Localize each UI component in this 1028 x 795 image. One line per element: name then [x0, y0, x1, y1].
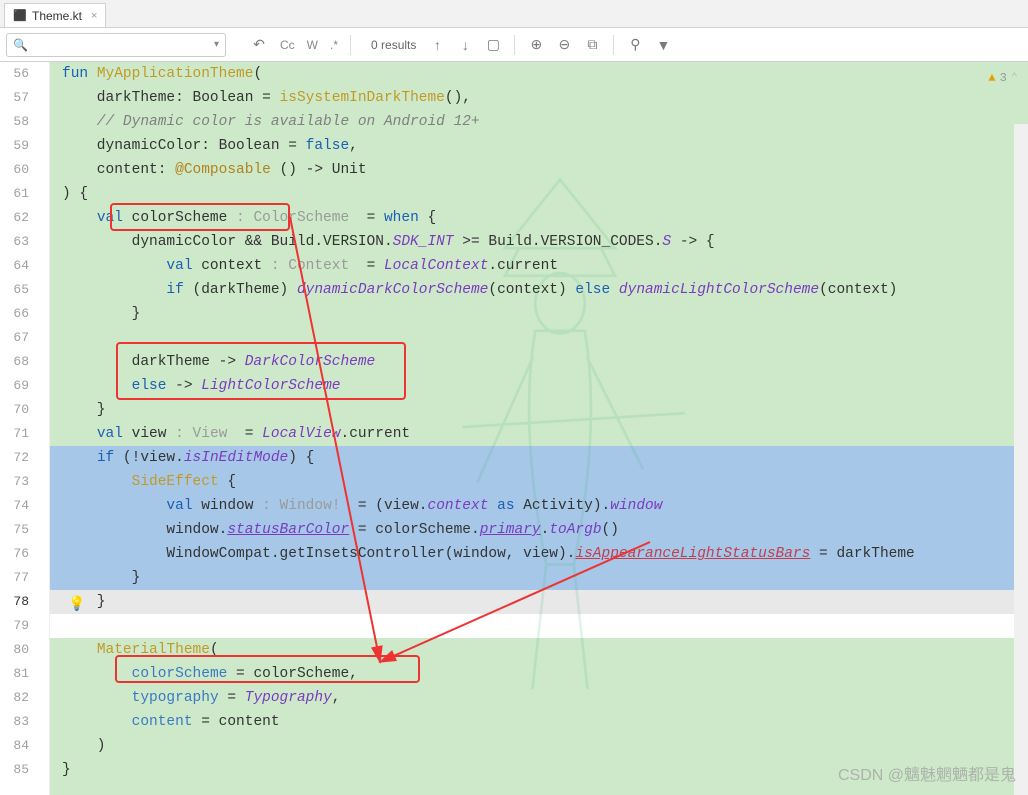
add-selection-icon[interactable]: ⊕ [525, 34, 547, 56]
match-case-button[interactable]: Cc [278, 38, 297, 52]
regex-button[interactable]: .* [328, 38, 340, 52]
prev-occurrence-icon[interactable]: ↶ [248, 34, 270, 56]
warning-icon: ▲ [988, 66, 995, 90]
results-count: 0 results [371, 38, 416, 52]
intention-bulb-icon[interactable]: 💡 [68, 593, 84, 609]
select-all-icon[interactable]: ▢ [482, 34, 504, 56]
kotlin-file-icon: ⬛ [13, 9, 27, 23]
up-arrow-icon[interactable]: ↑ [426, 34, 448, 56]
vertical-scrollbar[interactable] [1014, 124, 1028, 795]
find-toolbar: 🔍 ▾ ↶ Cc W .* 0 results ↑ ↓ ▢ ⊕ ⊖ ⧉ ⚲ ▼ [0, 28, 1028, 62]
filter-icon[interactable]: ▼ [652, 34, 674, 56]
words-button[interactable]: W [305, 38, 320, 52]
search-input[interactable]: 🔍 ▾ [6, 33, 226, 57]
chevron-down-icon[interactable]: ▾ [214, 39, 219, 50]
down-arrow-icon[interactable]: ↓ [454, 34, 476, 56]
remove-selection-icon[interactable]: ⊖ [553, 34, 575, 56]
gutter: 565758 596061 626364 656667 686970 71727… [0, 62, 50, 795]
editor: 565758 596061 626364 656667 686970 71727… [0, 62, 1028, 795]
code-area[interactable]: ▲ 3 ⌃ fun MyApplicationTheme( darkTheme:… [50, 62, 1028, 795]
tab-bar: ⬛ Theme.kt × [0, 0, 1028, 28]
select-occurrences-icon[interactable]: ⧉ [581, 34, 603, 56]
tab-theme-kt[interactable]: ⬛ Theme.kt × [4, 3, 106, 27]
search-icon: 🔍 [13, 38, 28, 52]
inspection-badge[interactable]: ▲ 3 ⌃ [988, 66, 1018, 90]
filter-settings-icon[interactable]: ⚲ [624, 34, 646, 56]
close-icon[interactable]: × [91, 10, 97, 22]
tab-label: Theme.kt [32, 9, 82, 23]
